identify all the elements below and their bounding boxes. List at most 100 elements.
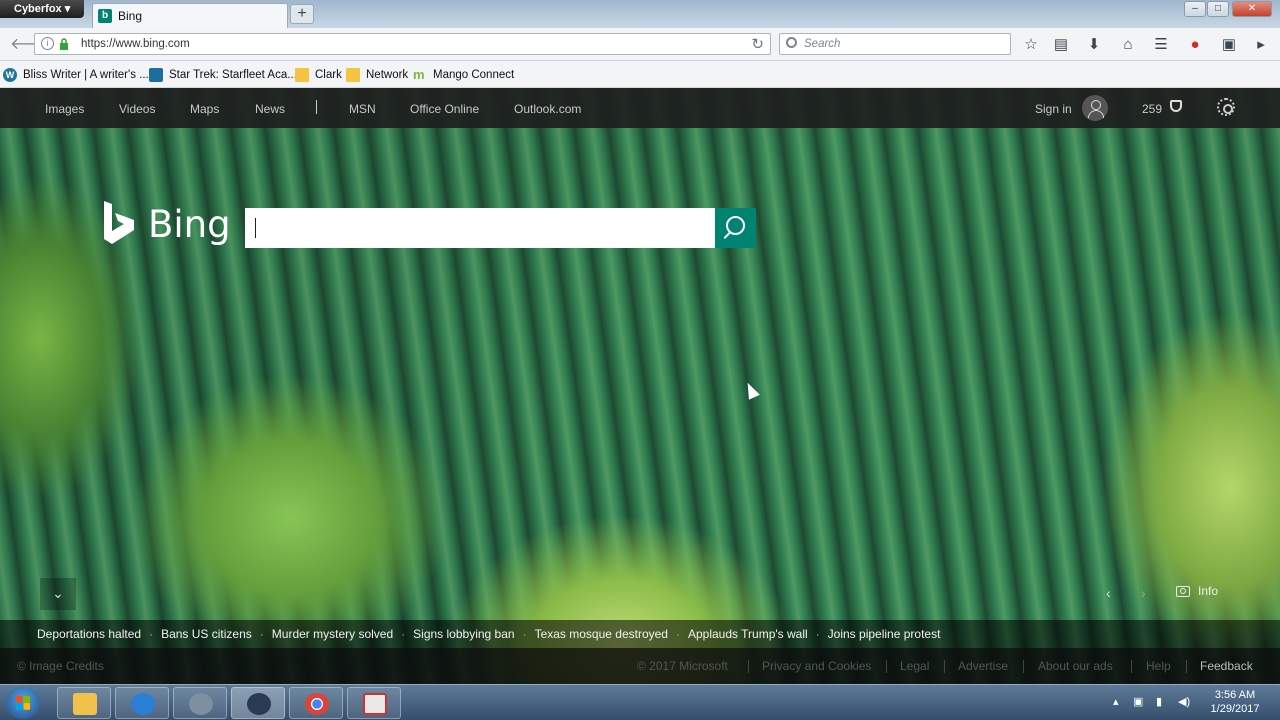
tray-expand-icon[interactable]: ▴ — [1113, 695, 1119, 708]
bing-wordmark: Bing — [148, 202, 231, 246]
back-button[interactable]: 🡐 — [10, 35, 53, 55]
new-tab-button[interactable]: + — [290, 4, 314, 24]
bookmark-label: Bliss Writer | A writer's ... — [23, 69, 149, 81]
tray-device-icon[interactable]: ▣ — [1133, 695, 1143, 708]
close-window-button[interactable]: ✕ — [1232, 1, 1272, 17]
tab-title: Bing — [118, 9, 143, 23]
news-separator: · — [675, 627, 680, 641]
rewards-trophy-icon[interactable] — [1170, 100, 1182, 112]
avatar-icon[interactable] — [1082, 95, 1108, 121]
bookmark-folder-network[interactable]: Network — [346, 68, 408, 82]
news-separator: · — [149, 627, 154, 641]
bing-search-input[interactable] — [245, 208, 715, 248]
bookmark-label: Clark — [315, 69, 342, 81]
news-item[interactable]: Murder mystery solved — [272, 627, 393, 641]
mouse-pointer-icon — [742, 380, 760, 400]
taskbar-thunderbird[interactable] — [115, 687, 169, 719]
legal-link[interactable]: Legal — [900, 659, 929, 673]
bing-top-nav: Images Videos Maps News MSN Office Onlin… — [0, 88, 1280, 128]
copyright-text: © 2017 Microsoft — [637, 659, 728, 673]
bookmark-star-icon[interactable]: ☆ — [1020, 34, 1042, 56]
network-signal-icon[interactable]: ▮ — [1156, 695, 1162, 708]
search-icon — [786, 37, 797, 48]
nav-images[interactable]: Images — [45, 102, 84, 116]
news-item[interactable]: Signs lobbying ban — [413, 627, 514, 641]
tab-bing[interactable]: b Bing — [92, 3, 288, 28]
nav-office-online[interactable]: Office Online — [410, 102, 479, 116]
reading-list-icon[interactable]: ▤ — [1050, 34, 1072, 56]
browser-search-input[interactable]: Search — [779, 33, 1011, 55]
nav-news[interactable]: News — [255, 102, 285, 116]
bookmark-folder-clark[interactable]: Clark — [295, 68, 342, 82]
taskbar-browser-alt[interactable] — [173, 687, 227, 719]
help-link[interactable]: Help — [1146, 659, 1171, 673]
news-item[interactable]: Deportations halted — [37, 627, 141, 641]
settings-gear-icon[interactable] — [1217, 98, 1235, 116]
site-info-icon[interactable]: i — [41, 37, 54, 50]
advertise-link[interactable]: Advertise — [958, 659, 1008, 673]
footer-divider — [1131, 660, 1132, 673]
bookmarks-toolbar: W Bliss Writer | A writer's ... Star Tre… — [0, 61, 1280, 88]
cyberfox-menu-label: Cyberfox — [14, 3, 62, 15]
youtube-icon[interactable]: ▣ — [1218, 34, 1240, 56]
bookmark-star-trek[interactable]: Star Trek: Starfleet Aca... — [149, 68, 297, 82]
bing-search-button[interactable] — [715, 208, 756, 248]
bing-favicon-icon: b — [98, 9, 112, 23]
downloads-icon[interactable]: ⬇ — [1083, 34, 1105, 56]
bing-logo: Bing — [102, 201, 231, 247]
bookmark-bliss-writer[interactable]: W Bliss Writer | A writer's ... — [3, 68, 149, 82]
reload-icon[interactable]: ↻ — [751, 35, 764, 53]
footer-divider — [944, 660, 945, 673]
collapse-chevron-icon[interactable]: ⌄ — [40, 578, 76, 610]
clock-date: 1/29/2017 — [1210, 703, 1260, 715]
cyberfox-menu-button[interactable]: Cyberfox ▾ — [0, 0, 84, 18]
sign-in-link[interactable]: Sign in — [1035, 102, 1072, 116]
bookmark-mango-connect[interactable]: m Mango Connect — [413, 68, 514, 82]
news-separator: · — [401, 627, 406, 641]
navigation-toolbar: 🡐 i https://www.bing.com ↻ Search ☆ ▤ ⬇ … — [0, 28, 1280, 61]
bing-b-icon — [104, 201, 134, 244]
start-button-icon[interactable] — [6, 687, 40, 719]
adblock-icon[interactable]: ● — [1184, 34, 1206, 56]
news-item[interactable]: Applauds Trump's wall — [688, 627, 808, 641]
nav-outlook[interactable]: Outlook.com — [514, 102, 581, 116]
screen-recorder-icon — [363, 693, 387, 715]
privacy-link[interactable]: Privacy and Cookies — [762, 659, 871, 673]
news-separator: · — [815, 627, 820, 641]
system-clock[interactable]: 3:56 AM 1/29/2017 — [1206, 688, 1264, 716]
news-ticker: Deportations halted · Bans US citizens · M… — [0, 620, 1280, 648]
news-item[interactable]: Bans US citizens — [161, 627, 252, 641]
image-info-button[interactable]: Info — [1176, 584, 1218, 598]
wordpress-icon: W — [3, 68, 17, 82]
taskbar-chrome[interactable] — [289, 687, 343, 719]
image-credits-link[interactable]: © Image Credits — [17, 659, 104, 673]
mail-app-icon — [131, 693, 155, 715]
maximize-button[interactable]: □ — [1207, 1, 1229, 17]
feedback-link[interactable]: Feedback — [1200, 659, 1253, 673]
news-item[interactable]: Joins pipeline protest — [828, 627, 941, 641]
nav-msn[interactable]: MSN — [349, 102, 376, 116]
minimize-button[interactable]: – — [1184, 1, 1206, 17]
about-ads-link[interactable]: About our ads — [1038, 659, 1113, 673]
extension-icon[interactable]: ▸ — [1250, 34, 1272, 56]
rewards-count[interactable]: 259 — [1142, 102, 1162, 116]
news-item[interactable]: Texas mosque destroyed — [535, 627, 668, 641]
taskbar-recorder[interactable] — [347, 687, 401, 719]
nav-maps[interactable]: Maps — [190, 102, 219, 116]
taskbar-file-explorer[interactable] — [57, 687, 111, 719]
taskbar-cyberfox[interactable] — [231, 687, 285, 719]
menu-icon[interactable]: ☰ — [1150, 34, 1172, 56]
footer-divider — [748, 660, 749, 673]
info-label: Info — [1198, 584, 1219, 598]
folder-icon — [295, 68, 309, 82]
previous-image-arrow-icon[interactable]: ‹ — [1106, 585, 1111, 601]
next-image-arrow-icon[interactable]: › — [1141, 585, 1146, 601]
nav-videos[interactable]: Videos — [119, 102, 155, 116]
home-icon[interactable]: ⌂ — [1117, 34, 1139, 56]
mango-icon: m — [413, 67, 425, 82]
footer-divider — [1186, 660, 1187, 673]
bing-footer: © Image Credits © 2017 Microsoft Privacy… — [0, 648, 1280, 684]
bookmark-label: Star Trek: Starfleet Aca... — [169, 69, 297, 81]
volume-icon[interactable]: ◀) — [1178, 695, 1190, 708]
address-bar[interactable]: i https://www.bing.com ↻ — [34, 33, 771, 55]
